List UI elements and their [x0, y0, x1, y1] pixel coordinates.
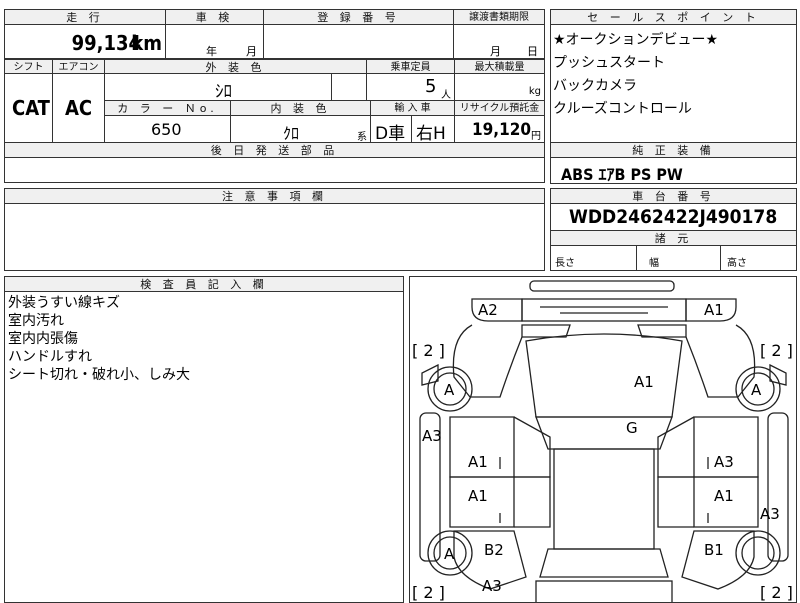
cautions-cell: [4, 203, 545, 271]
transfer-month-label: 月: [490, 45, 501, 58]
recycle-header: リサイクル預託金: [454, 100, 545, 116]
dimensions-header: 諸 元: [550, 230, 797, 246]
dimension-length-cell: 長さ: [550, 245, 637, 271]
recycle-fee-value: 19,120: [472, 120, 532, 140]
registration-header: 登 録 番 号: [263, 9, 454, 25]
mileage-unit: km: [131, 31, 162, 55]
inspection-year-label: 年: [206, 45, 217, 58]
inspector-header: 検 査 員 記 入 欄: [4, 276, 404, 292]
dimension-height-label: 高さ: [727, 258, 747, 269]
sales-points-cell: ★オークションデビュー★ プッシュスタート バックカメラ クルーズコントロール: [550, 24, 797, 144]
sales-point-line: クルーズコントロール: [553, 101, 692, 117]
drive-value: D車: [375, 124, 406, 144]
exterior-color-extra: [331, 73, 367, 101]
transfer-day-label: 日: [527, 45, 538, 58]
capacity-unit: 人: [441, 90, 451, 101]
color-no-value: 650: [151, 120, 182, 139]
mileage-cell: 99,134 km: [4, 24, 166, 59]
inspector-cell: 外装うすい線キズ 室内汚れ 室内内張傷 ハンドルすれ シート切れ・破れ小、しみ大: [4, 291, 404, 603]
dimension-length-label: 長さ: [555, 258, 575, 269]
recycle-unit: 円: [531, 131, 541, 142]
bracket-mark-front-right: [ 2 ]: [760, 341, 793, 360]
bracket-mark-front-left: [ 2 ]: [412, 341, 445, 360]
ac-header: エアコン: [52, 59, 105, 74]
cautions-header: 注 意 事 項 欄: [4, 188, 545, 204]
shift-header: シフト: [4, 59, 53, 74]
interior-color-suffix: 系: [357, 132, 367, 143]
dimension-width-cell: 幅: [636, 245, 721, 271]
car-outline-diagram: [419, 280, 789, 602]
inspector-note: ハンドルすれ: [8, 349, 92, 365]
shift-cell: CAT: [4, 73, 53, 143]
color-no-header: カ ラ ー Ｎo.: [104, 100, 231, 116]
ac-value: AC: [65, 96, 93, 120]
damage-mark-door-fr: A3: [714, 453, 734, 471]
damage-mark-door-rl: A1: [468, 487, 488, 505]
inspection-cell: 年 月: [165, 24, 264, 59]
ac-cell: AC: [52, 73, 105, 143]
damage-mark-door-fl: A1: [468, 453, 488, 471]
interior-color-value: ｸﾛ: [283, 124, 300, 143]
mileage-header: 走 行: [4, 9, 166, 25]
dimension-width-label: 幅: [649, 258, 659, 269]
damage-mark-roof: G: [626, 419, 638, 437]
capacity-cell: 5 人: [366, 73, 455, 101]
sales-point-line: ★オークションデビュー★: [553, 32, 719, 48]
equipment-header: 純 正 装 備: [550, 142, 797, 158]
damage-mark-front-left: A2: [478, 301, 498, 319]
damage-mark-rear-right: B1: [704, 541, 724, 559]
damage-mark-rear-left: B2: [484, 541, 504, 559]
inspection-month-label: 月: [246, 45, 257, 58]
chassis-cell: WDD2462422J490178: [550, 203, 797, 231]
exterior-color-cell: ｼﾛ: [104, 73, 332, 102]
import-header: 輸 入 車: [370, 100, 455, 116]
damage-mark-wheel-fr: A: [751, 381, 762, 399]
handle-value: 右H: [416, 124, 446, 144]
chassis-header: 車 台 番 号: [550, 188, 797, 204]
damage-mark-wheel-fl: A: [444, 381, 455, 399]
capacity-value: 5: [425, 76, 437, 97]
capacity-header: 乗車定員: [366, 59, 455, 74]
car-diagram-frame: A2 A1 A1 A A G A3 A1 A3 A1 A1 A3 B2 B1 A…: [409, 276, 797, 603]
inspection-header: 車 検: [165, 9, 264, 25]
bracket-mark-rear-left: [ 2 ]: [412, 583, 445, 602]
damage-mark-wheel-rl: A: [444, 545, 455, 563]
damage-mark-sill-left: A3: [422, 427, 442, 445]
bracket-mark-rear-right: [ 2 ]: [760, 583, 793, 602]
dimension-height-cell: 高さ: [720, 245, 797, 271]
chassis-number: WDD2462422J490178: [569, 206, 778, 228]
handle-cell: 右H: [411, 115, 455, 144]
sales-point-line: プッシュスタート: [553, 55, 665, 71]
transfer-cell: 月 日: [453, 24, 545, 59]
damage-mark-door-rr: A1: [714, 487, 734, 505]
exterior-color-value: ｼﾛ: [215, 82, 232, 102]
damage-mark-sill-right: A3: [760, 505, 780, 523]
exterior-color-header: 外 装 色: [104, 59, 367, 74]
inspector-note: シート切れ・破れ小、しみ大: [8, 367, 190, 383]
inspector-note: 室内内張傷: [8, 331, 78, 347]
damage-mark-bumper-rear-left: A3: [482, 577, 502, 595]
max-load-header: 最大積載量: [454, 59, 545, 74]
max-load-cell: kg: [454, 73, 545, 101]
later-parts-header: 後 日 発 送 部 品: [4, 142, 545, 158]
damage-mark-front-right: A1: [704, 301, 724, 319]
interior-color-header: 内 装 色: [230, 100, 371, 116]
recycle-cell: 19,120 円: [454, 115, 545, 143]
registration-cell: [263, 24, 454, 59]
color-no-cell: 650: [104, 115, 231, 143]
sales-point-line: バックカメラ: [553, 78, 637, 94]
drive-cell: D車: [370, 115, 412, 144]
later-parts-cell: [4, 157, 545, 183]
shift-value: CAT: [12, 96, 50, 120]
transfer-header: 譲渡書類期限: [453, 9, 545, 25]
interior-color-cell: ｸﾛ 系: [230, 115, 371, 143]
equipment-cell: ABS ｴｱB PS PW: [550, 157, 797, 184]
sales-points-header: セ ー ル ス ポ イ ン ト: [550, 9, 797, 25]
inspector-note: 外装うすい線キズ: [8, 295, 120, 311]
equipment-items: ABS ｴｱB PS PW: [561, 165, 683, 184]
load-unit: kg: [528, 86, 541, 97]
inspector-note: 室内汚れ: [8, 313, 64, 329]
damage-mark-hood: A1: [634, 373, 654, 391]
